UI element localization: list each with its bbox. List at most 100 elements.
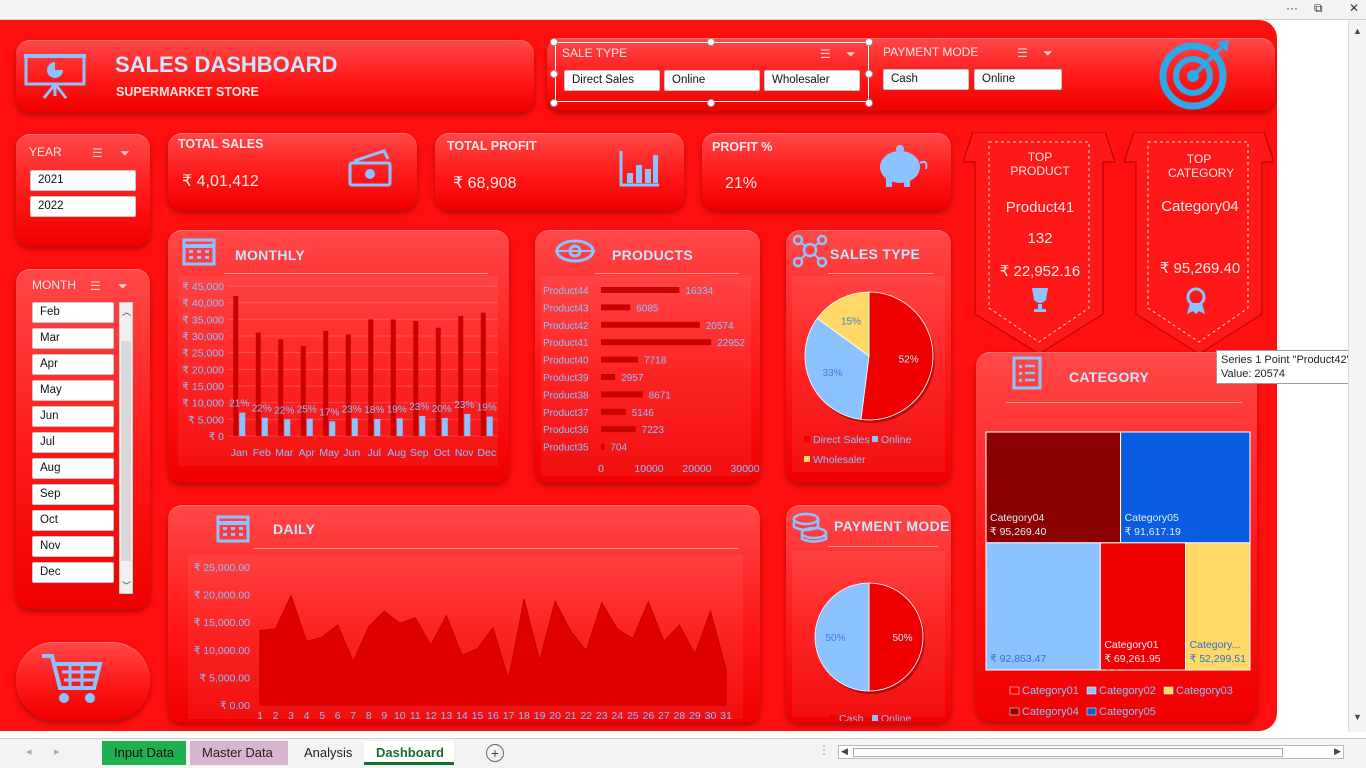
bar [329, 421, 336, 436]
treemap-value: ₹ 52,299.51 [1190, 653, 1246, 665]
bar [323, 331, 329, 436]
y-tick-label: Product44 [543, 286, 589, 297]
prev-sheet-icon[interactable]: ◂ [26, 745, 32, 758]
x-tick-label: 28 [674, 710, 686, 721]
slicer-item[interactable]: Jun [32, 406, 114, 427]
scroll-down-icon[interactable]: ﹀ [122, 579, 131, 592]
bar [419, 416, 426, 436]
legend-swatch [1163, 686, 1174, 695]
cart-button[interactable] [16, 642, 150, 720]
x-tick-label: 23 [596, 710, 608, 721]
treemap-label: Category04 [990, 512, 1044, 524]
scroll-down-icon[interactable]: ▼ [1353, 712, 1362, 722]
data-label: 6085 [636, 303, 659, 314]
slicer-item[interactable]: Jul [32, 432, 114, 453]
horizontal-scrollbar[interactable]: ◀ ▶ [838, 745, 1344, 759]
daily-chart[interactable]: ₹ 0.00 ₹ 5,000.00 ₹ 10,000.00 ₹ 15,000.00 ₹ … [168, 551, 760, 721]
panel-title: DAILY [273, 521, 316, 537]
x-tick-label: 15 [472, 710, 484, 721]
sheet-tab-analysis[interactable]: Analysis [292, 741, 360, 765]
sales-type-chart[interactable]: 52% 33% 15% Direct Sales Online Wholesaler [786, 276, 951, 476]
products-chart[interactable]: Product44 16334 Product43 6085 Product42 2057… [535, 276, 760, 480]
kpi-label: TOTAL SALES [178, 137, 264, 151]
legend-swatch [804, 436, 810, 442]
more-icon[interactable]: ··· [1286, 1, 1298, 15]
close-icon[interactable]: ✕ [1349, 1, 1359, 15]
bar [233, 296, 239, 436]
slicer-item[interactable]: May [32, 380, 114, 401]
plot-area [178, 276, 498, 466]
slicer-item[interactable]: Nov [32, 536, 114, 557]
clear-filter-icon[interactable]: ⏷ [846, 47, 856, 62]
multi-select-icon[interactable]: ☰ [820, 47, 831, 61]
scroll-up-icon[interactable]: ▲ [1353, 26, 1362, 36]
treemap-value: ₹ 69,261.95 [1104, 653, 1160, 665]
payment-mode-chart[interactable]: 50% 50% Cash Online [786, 551, 951, 721]
y-tick-label: Product37 [543, 408, 589, 419]
x-tick-label: Jun [343, 447, 360, 459]
multi-select-icon[interactable]: ☰ [1017, 46, 1028, 60]
x-tick-label: 25 [627, 710, 639, 721]
x-tick-label: 10 [394, 710, 406, 721]
slicer-item[interactable]: Mar [32, 328, 114, 349]
sheet-tab-bar: ◂ ▸ Input Data Master Data Analysis Dash… [0, 738, 1366, 768]
clear-filter-icon[interactable]: ⏷ [118, 279, 128, 294]
x-tick-label: Dec [477, 447, 496, 459]
y-tick-label: Product36 [543, 425, 589, 436]
sheet-tab-input-data[interactable]: Input Data [102, 741, 186, 765]
slicer-item[interactable]: Direct Sales [564, 70, 660, 91]
scroll-up-icon[interactable]: ︿ [122, 305, 131, 318]
monthly-chart[interactable]: ₹ 0 ₹ 5,000 ₹ 10,000 ₹ 15,000 ₹ 20,000 ₹ 25,0… [168, 276, 509, 476]
multi-select-icon[interactable]: ☰ [90, 279, 101, 293]
treemap-value: ₹ 95,269.40 [990, 526, 1046, 538]
x-tick-label: 26 [642, 710, 654, 721]
treemap-label: Category01 [1104, 639, 1158, 651]
slicer-item[interactable]: Online [974, 69, 1062, 90]
next-sheet-icon[interactable]: ▸ [54, 745, 60, 758]
x-tick-label: 21 [565, 710, 577, 721]
slicer-item[interactable]: Oct [32, 510, 114, 531]
month-slicer-title: MONTH [32, 278, 76, 292]
y-tick-label: Product38 [543, 390, 589, 401]
slicer-item[interactable]: Online [664, 70, 760, 91]
month-scrollbar[interactable]: ︿ ﹀ [119, 302, 133, 594]
slicer-item[interactable]: Wholesaler [764, 70, 860, 91]
bar [486, 416, 493, 436]
calendar-icon [182, 238, 216, 266]
category-chart[interactable]: Category04 ₹ 95,269.40 Category05 ₹ 91,617.… [976, 410, 1257, 720]
scroll-left-icon[interactable]: ◀ [841, 746, 848, 757]
sheet-tab-dashboard[interactable]: Dashboard [364, 741, 454, 765]
x-tick-label: 11 [410, 710, 421, 721]
y-tick-label: Product39 [543, 373, 589, 384]
legend-label: Cash [839, 713, 864, 721]
slicer-item[interactable]: 2021 [30, 170, 136, 191]
multi-select-icon[interactable]: ☰ [92, 146, 103, 160]
data-label: 22% [252, 404, 272, 415]
x-tick-label: Jan [231, 447, 248, 459]
slicer-item[interactable]: Sep [32, 484, 114, 505]
legend-label: Category05 [1099, 706, 1156, 718]
slicer-item[interactable]: 2022 [30, 196, 136, 217]
bar [480, 312, 486, 436]
scroll-right-icon[interactable]: ▶ [1334, 746, 1341, 757]
split-handle-icon[interactable]: ⋮ [818, 743, 830, 757]
slicer-item[interactable]: Feb [32, 302, 114, 323]
x-tick-label: 12 [425, 710, 437, 721]
profit-pct-card: PROFIT % 21% [702, 133, 951, 210]
data-label: 16334 [685, 286, 713, 297]
sheet-tab-master-data[interactable]: Master Data [190, 741, 288, 765]
add-sheet-button[interactable]: + [486, 744, 504, 762]
slicer-item[interactable]: Aug [32, 458, 114, 479]
window-bar: ··· ⧉ ✕ [0, 0, 1366, 20]
slicer-item[interactable]: Cash [883, 69, 969, 90]
clear-filter-icon[interactable]: ⏷ [120, 146, 130, 161]
vertical-scrollbar[interactable]: ▲ ▼ [1348, 20, 1366, 732]
x-tick-label: 20000 [682, 463, 711, 475]
panel-title: PRODUCTS [612, 247, 693, 263]
treemap-label: Category... [1190, 639, 1241, 651]
treemap-value: ₹ 91,617.19 [1125, 526, 1181, 538]
restore-icon[interactable]: ⧉ [1314, 1, 1323, 16]
clear-filter-icon[interactable]: ⏷ [1043, 46, 1053, 61]
slicer-item[interactable]: Dec [32, 562, 114, 583]
slicer-item[interactable]: Apr [32, 354, 114, 375]
